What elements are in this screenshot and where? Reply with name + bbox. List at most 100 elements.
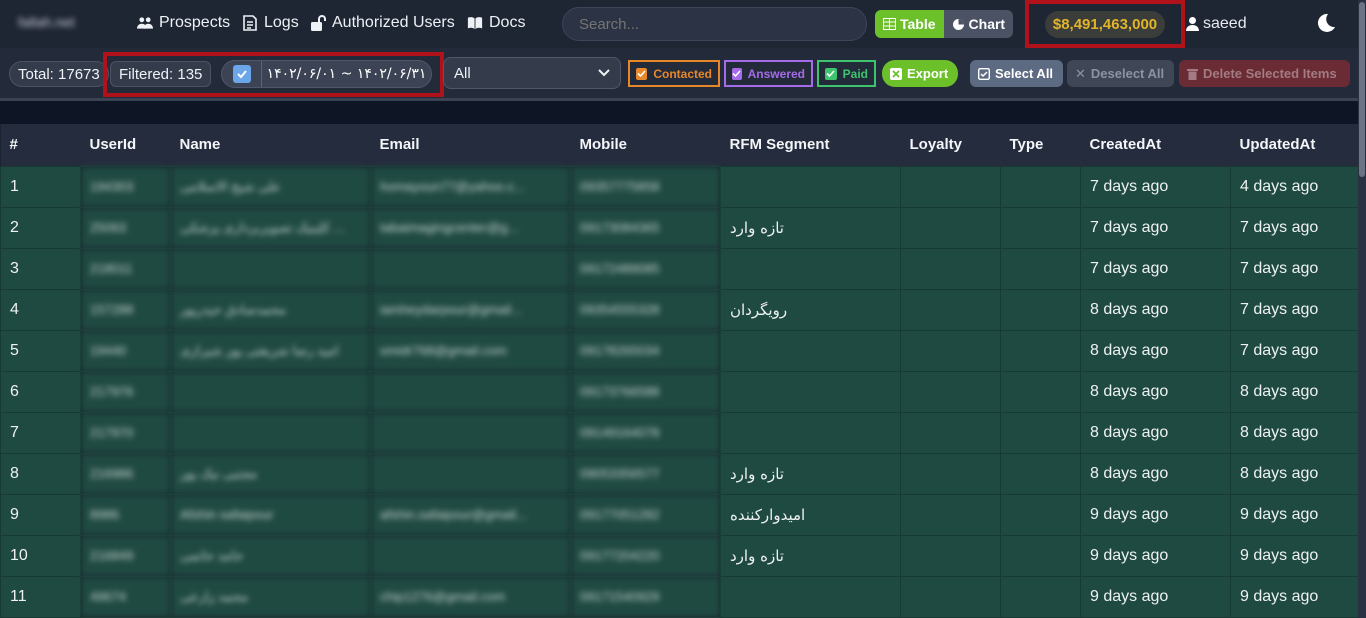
- table-row[interactable]: 6 217976 09173766588 8 days ago 8 days ago: [0, 370, 1358, 413]
- export-button[interactable]: Export: [882, 60, 958, 87]
- table-cell: [720, 329, 901, 372]
- table-cell: [1000, 493, 1081, 536]
- excel-icon: [890, 67, 902, 80]
- table-cell: 8 days ago: [1080, 288, 1231, 331]
- prospects-table: # UserId Name Email Mobile RFM Segment Loyalty…: [0, 124, 1358, 618]
- table-cell: [900, 493, 1001, 536]
- table-row[interactable]: 4 157288 محمدصادق حیدرپور iamheydarpour@gma…: [0, 288, 1358, 331]
- table-row[interactable]: 5 19440 امید رضا شریعتی پور شیرازی omidr768…: [0, 329, 1358, 372]
- status-select[interactable]: All: [443, 57, 621, 89]
- nav-logs[interactable]: Logs: [242, 14, 299, 32]
- chart-view-label: Chart: [968, 16, 1006, 32]
- deselect-all-label: Deselect All: [1090, 66, 1165, 81]
- moon-icon[interactable]: [1315, 12, 1337, 34]
- log-icon: [243, 15, 257, 31]
- table-cell: تازه وارد: [720, 534, 901, 577]
- table-cell: 09357775858: [570, 165, 721, 208]
- column-header[interactable]: Type: [1000, 124, 1081, 166]
- table-cell: omidr768@gmail.com: [370, 329, 571, 372]
- table-cell: 7 days ago: [1080, 165, 1231, 208]
- table-cell: تازه وارد: [720, 206, 901, 249]
- nav-docs[interactable]: Docs: [467, 14, 525, 32]
- brand-logo[interactable]: fallah.net: [18, 14, 88, 32]
- deselect-all-button[interactable]: ✕ Deselect All: [1067, 60, 1174, 87]
- table-row[interactable]: 9 8986 Afshin safaipour afshin.safaipour@gm…: [0, 493, 1358, 536]
- table-cell: [900, 452, 1001, 495]
- table-cell: [900, 247, 1001, 290]
- table-cell: 09177204220: [570, 534, 721, 577]
- table-cell: 9 days ago: [1080, 534, 1231, 577]
- column-header[interactable]: Email: [370, 124, 571, 166]
- nav-docs-label: Docs: [489, 14, 526, 31]
- table-cell: [900, 575, 1001, 618]
- table-cell: [720, 370, 901, 413]
- table-cell: 8 days ago: [1230, 452, 1358, 495]
- chart-view-button[interactable]: Chart: [943, 10, 1014, 38]
- trash-icon: [1187, 68, 1198, 80]
- delete-selected-label: Delete Selected Items: [1203, 66, 1337, 81]
- contacted-filter[interactable]: Contacted: [628, 60, 720, 87]
- prospects-table-container: # UserId Name Email Mobile RFM Segment Loyalty…: [0, 124, 1358, 618]
- table-cell: 7 days ago: [1080, 206, 1231, 249]
- check-square-icon: [978, 67, 990, 80]
- section-divider: [0, 98, 1366, 124]
- table-cell: 9 days ago: [1080, 575, 1231, 618]
- table-row[interactable]: 1 194303 علی شیخ الاسلامی homayoun77@yahoo.…: [0, 165, 1358, 208]
- table-row[interactable]: 7 217970 09149164078 8 days ago 8 days ago: [0, 411, 1358, 454]
- column-header[interactable]: Name: [170, 124, 371, 166]
- table-cell: محمدصادق حیدرپور: [170, 288, 371, 331]
- table-cell: 09053356577: [570, 452, 721, 495]
- table-cell: 11: [0, 575, 81, 618]
- table-row[interactable]: 8 216986 مجتبی نیک پور 09053356577 تازه وارد…: [0, 452, 1358, 495]
- table-cell: 7: [0, 411, 81, 454]
- delete-selected-button[interactable]: Delete Selected Items: [1179, 60, 1350, 87]
- table-cell: 8 days ago: [1080, 411, 1231, 454]
- nav-authorized-users[interactable]: Authorized Users: [310, 14, 455, 32]
- table-cell: امید رضا شریعتی پور شیرازی: [170, 329, 371, 372]
- book-icon: [467, 17, 483, 30]
- table-view-button[interactable]: Table: [875, 10, 944, 38]
- table-cell: 09172489085: [570, 247, 721, 290]
- column-header[interactable]: UpdatedAt: [1230, 124, 1358, 166]
- lock-icon: [311, 15, 326, 31]
- chevron-down-icon: [598, 69, 610, 77]
- table-cell: [370, 247, 571, 290]
- table-row[interactable]: 10 216849 حامد حاتمی 09177204220 تازه وارد 9 …: [0, 534, 1358, 577]
- table-cell: [170, 370, 371, 413]
- username: saeed: [1203, 15, 1247, 32]
- vertical-scrollbar-thumb[interactable]: [1359, 2, 1365, 177]
- table-cell: 09177051282: [570, 493, 721, 536]
- table-cell: 49674: [80, 575, 171, 618]
- column-header[interactable]: Loyalty: [900, 124, 1001, 166]
- user-menu[interactable]: saeed: [1186, 15, 1247, 33]
- table-icon: [883, 18, 896, 30]
- table-cell: [900, 165, 1001, 208]
- select-all-button[interactable]: Select All: [970, 60, 1063, 87]
- table-row[interactable]: 3 218011 09172489085 7 days ago 7 days ago: [0, 247, 1358, 290]
- table-cell: [1000, 452, 1081, 495]
- table-cell: 09171540929: [570, 575, 721, 618]
- column-header[interactable]: RFM Segment: [720, 124, 901, 166]
- table-row[interactable]: 11 49674 محمد زارعی chip1276@gmail.com 09171…: [0, 575, 1358, 618]
- table-row[interactable]: 2 25063 کلینیک تصویربرداری پزشکی ... tabai…: [0, 206, 1358, 249]
- table-cell: 9 days ago: [1230, 534, 1358, 577]
- answered-filter[interactable]: Answered: [724, 60, 813, 87]
- column-header[interactable]: UserId: [80, 124, 171, 166]
- nav-prospects[interactable]: Prospects: [137, 14, 230, 32]
- table-cell: [900, 206, 1001, 249]
- user-icon: [1186, 17, 1199, 31]
- table-cell: 5: [0, 329, 81, 372]
- table-cell: کلینیک تصویربرداری پزشکی ...: [170, 206, 371, 249]
- table-cell: [900, 411, 1001, 454]
- table-cell: [1000, 165, 1081, 208]
- table-cell: iamheydarpour@gmail...: [370, 288, 571, 331]
- column-header[interactable]: CreatedAt: [1080, 124, 1231, 166]
- nav-authorized-users-label: Authorized Users: [332, 14, 455, 31]
- column-header[interactable]: Mobile: [570, 124, 721, 166]
- export-label: Export: [907, 66, 949, 81]
- top-nav-bar: fallah.net Prospects Logs Authorized Use…: [0, 0, 1366, 48]
- table-cell: [720, 165, 901, 208]
- paid-filter[interactable]: Paid: [817, 60, 876, 87]
- column-header[interactable]: #: [0, 124, 81, 166]
- search-input[interactable]: [562, 7, 867, 41]
